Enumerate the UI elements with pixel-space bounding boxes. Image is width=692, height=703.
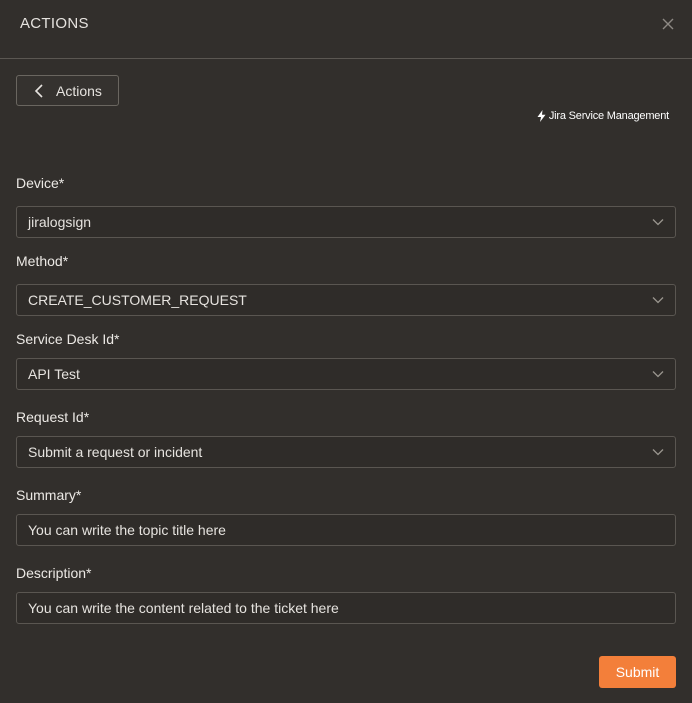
modal-header: ACTIONS (0, 0, 692, 59)
close-icon[interactable] (658, 14, 678, 34)
device-select[interactable]: jiralogsign (16, 206, 676, 238)
request-id-label: Request Id* (16, 409, 90, 425)
description-label: Description* (16, 565, 92, 581)
modal-title: ACTIONS (20, 15, 89, 32)
chevron-down-icon (652, 371, 664, 378)
bolt-icon (537, 110, 546, 122)
service-desk-select[interactable]: API Test (16, 358, 676, 390)
service-desk-value: API Test (28, 366, 80, 382)
method-label: Method* (16, 253, 69, 269)
brand-text: Jira Service Management (548, 110, 669, 122)
method-value: CREATE_CUSTOMER_REQUEST (28, 292, 247, 308)
service-desk-label: Service Desk Id* (16, 331, 120, 347)
back-to-actions-button[interactable]: Actions (16, 75, 119, 106)
jira-service-management-logo: Jira Service Management (537, 110, 669, 122)
summary-label: Summary* (16, 487, 82, 503)
chevron-down-icon (652, 219, 664, 226)
chevron-down-icon (652, 449, 664, 456)
device-value: jiralogsign (28, 214, 92, 230)
chevron-left-icon (34, 83, 43, 98)
summary-input[interactable]: You can write the topic title here (16, 514, 676, 546)
description-input[interactable]: You can write the content related to the… (16, 592, 676, 624)
back-button-label: Actions (56, 82, 102, 99)
request-id-value: Submit a request or incident (28, 444, 203, 460)
request-id-select[interactable]: Submit a request or incident (16, 436, 676, 468)
device-label: Device* (16, 175, 65, 191)
actions-modal: ACTIONS Actions Jira Service Management … (0, 0, 692, 703)
summary-value: You can write the topic title here (28, 522, 226, 538)
chevron-down-icon (652, 297, 664, 304)
submit-button[interactable]: Submit (599, 656, 676, 688)
description-value: You can write the content related to the… (28, 600, 339, 616)
method-select[interactable]: CREATE_CUSTOMER_REQUEST (16, 284, 676, 316)
